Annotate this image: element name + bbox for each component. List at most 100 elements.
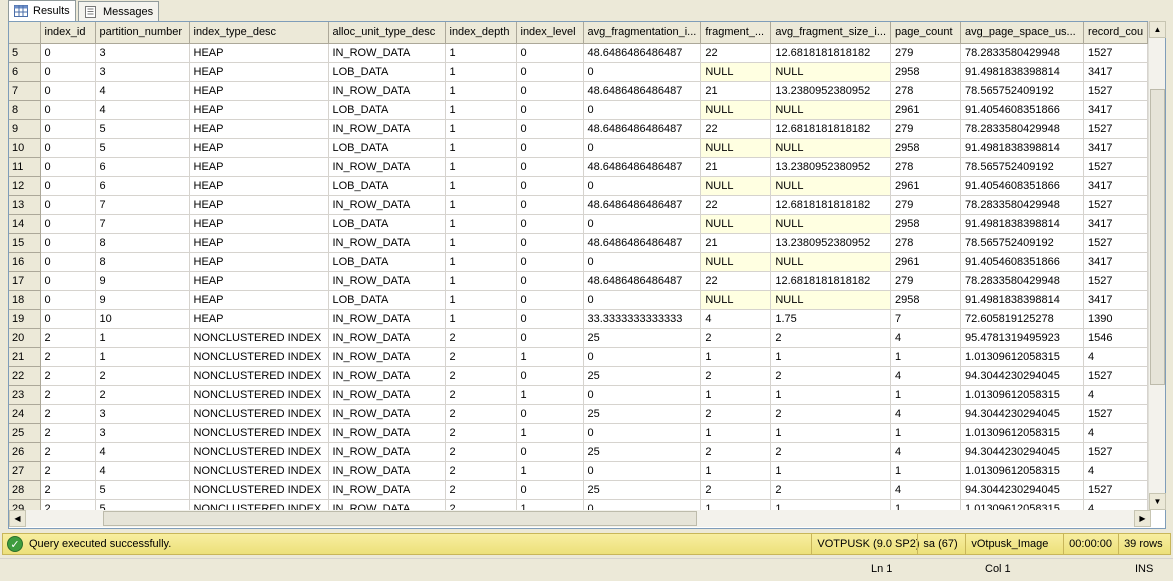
table-cell[interactable]: IN_ROW_DATA [328,43,446,63]
table-cell[interactable]: 0 [40,195,96,215]
table-cell[interactable]: 48.6486486486487 [583,157,702,177]
table-cell[interactable]: IN_ROW_DATA [328,195,446,215]
table-cell[interactable]: 1527 [1083,233,1149,253]
table-cell[interactable]: 0 [516,404,584,424]
table-cell[interactable]: 2 [700,404,772,424]
table-cell[interactable]: NULL [700,176,772,196]
row-number[interactable]: 10 [9,138,41,158]
row-number[interactable]: 25 [9,423,41,443]
table-cell[interactable]: 2 [445,480,517,500]
table-cell[interactable]: 2961 [890,176,962,196]
table-cell[interactable]: 278 [890,157,962,177]
table-cell[interactable]: 2 [700,480,772,500]
table-row[interactable]: 17 0 9 HEAP IN_ROW_DATA 1 0 48.6486486486487 22 1… [9,271,1149,291]
table-cell[interactable]: NONCLUSTERED INDEX [189,328,329,348]
table-cell[interactable]: 2 [700,442,772,462]
table-cell[interactable]: IN_ROW_DATA [328,233,446,253]
table-cell[interactable]: 78.565752409192 [960,157,1085,177]
table-cell[interactable]: 1 [516,461,584,481]
table-cell[interactable]: 4 [890,442,962,462]
table-cell[interactable]: IN_ROW_DATA [328,119,446,139]
table-cell[interactable]: 1527 [1083,442,1149,462]
table-cell[interactable]: NULL [770,214,892,234]
column-header[interactable]: alloc_unit_type_desc [328,22,446,44]
table-cell[interactable]: 1527 [1083,157,1149,177]
table-cell[interactable]: 4 [890,366,962,386]
table-cell[interactable]: 78.2833580429948 [960,119,1085,139]
table-cell[interactable]: 13.2380952380952 [770,233,892,253]
table-cell[interactable]: 1527 [1083,119,1149,139]
table-cell[interactable]: 0 [516,176,584,196]
row-header-corner[interactable] [9,22,41,44]
row-number[interactable]: 19 [9,309,41,329]
table-cell[interactable]: 0 [583,252,702,272]
table-row[interactable]: 12 0 6 HEAP LOB_DATA 1 0 0 NULL NULL 2961 91.405460… [9,176,1149,196]
table-cell[interactable]: 2 [770,404,892,424]
table-row[interactable]: 13 0 7 HEAP IN_ROW_DATA 1 0 48.6486486486487 22 1… [9,195,1149,215]
table-cell[interactable]: 1 [445,100,517,120]
table-cell[interactable]: 1.01309612058315 [960,461,1085,481]
scroll-up-arrow-icon[interactable]: ▲ [1149,21,1166,38]
results-grid[interactable]: index_id partition_number index_type_desc a… [8,21,1166,529]
table-cell[interactable]: NULL [700,214,772,234]
table-cell[interactable]: 2 [445,385,517,405]
table-cell[interactable]: 2 [40,442,96,462]
table-cell[interactable]: 1 [890,385,962,405]
table-cell[interactable]: 1.75 [770,309,892,329]
row-number[interactable]: 22 [9,366,41,386]
table-cell[interactable]: NONCLUSTERED INDEX [189,385,329,405]
table-cell[interactable]: 0 [583,461,702,481]
table-cell[interactable]: 22 [700,119,772,139]
table-cell[interactable]: 78.2833580429948 [960,271,1085,291]
table-cell[interactable]: 4 [95,81,190,101]
table-cell[interactable]: 12.6818181818182 [770,271,892,291]
row-number[interactable]: 21 [9,347,41,367]
column-header[interactable]: partition_number [95,22,190,44]
table-cell[interactable]: 4 [95,100,190,120]
table-cell[interactable]: 1527 [1083,81,1149,101]
table-cell[interactable]: 2 [40,385,96,405]
table-row[interactable]: 5 0 3 HEAP IN_ROW_DATA 1 0 48.6486486486487 22 12… [9,43,1149,63]
table-cell[interactable]: 2 [40,347,96,367]
table-cell[interactable]: 1 [700,347,772,367]
scroll-right-arrow-icon[interactable]: ▶ [1134,510,1151,527]
table-cell[interactable]: 3417 [1083,252,1149,272]
table-cell[interactable]: HEAP [189,309,329,329]
table-cell[interactable]: 2958 [890,214,962,234]
table-cell[interactable]: 8 [95,252,190,272]
column-header[interactable]: index_id [40,22,96,44]
table-cell[interactable]: 0 [40,214,96,234]
table-cell[interactable]: 2 [95,385,190,405]
scroll-left-arrow-icon[interactable]: ◀ [9,510,26,527]
table-cell[interactable]: 2961 [890,252,962,272]
table-cell[interactable]: 12.6818181818182 [770,119,892,139]
table-cell[interactable]: 0 [516,442,584,462]
table-cell[interactable]: 6 [95,176,190,196]
table-cell[interactable]: NONCLUSTERED INDEX [189,347,329,367]
table-cell[interactable]: 1 [445,157,517,177]
table-cell[interactable]: 5 [95,119,190,139]
table-cell[interactable]: 5 [95,138,190,158]
table-cell[interactable]: 3417 [1083,100,1149,120]
table-cell[interactable]: 278 [890,233,962,253]
table-cell[interactable]: 95.4781319495923 [960,328,1085,348]
table-cell[interactable]: 2 [40,366,96,386]
table-cell[interactable]: 1 [516,347,584,367]
table-cell[interactable]: 7 [95,195,190,215]
table-cell[interactable]: 1 [445,233,517,253]
table-cell[interactable]: 0 [516,43,584,63]
table-cell[interactable]: 9 [95,290,190,310]
table-cell[interactable]: 4 [890,404,962,424]
table-cell[interactable]: 1 [445,81,517,101]
table-cell[interactable]: 91.4981838398814 [960,138,1085,158]
table-cell[interactable]: 2 [770,442,892,462]
tab-results[interactable]: Results [8,0,76,21]
table-cell[interactable]: 48.6486486486487 [583,233,702,253]
row-number[interactable]: 16 [9,252,41,272]
table-cell[interactable]: 33.3333333333333 [583,309,702,329]
table-cell[interactable]: HEAP [189,100,329,120]
table-cell[interactable]: 0 [40,100,96,120]
table-cell[interactable]: 13.2380952380952 [770,157,892,177]
column-header[interactable]: record_cou [1083,22,1149,44]
table-cell[interactable]: LOB_DATA [328,62,446,82]
